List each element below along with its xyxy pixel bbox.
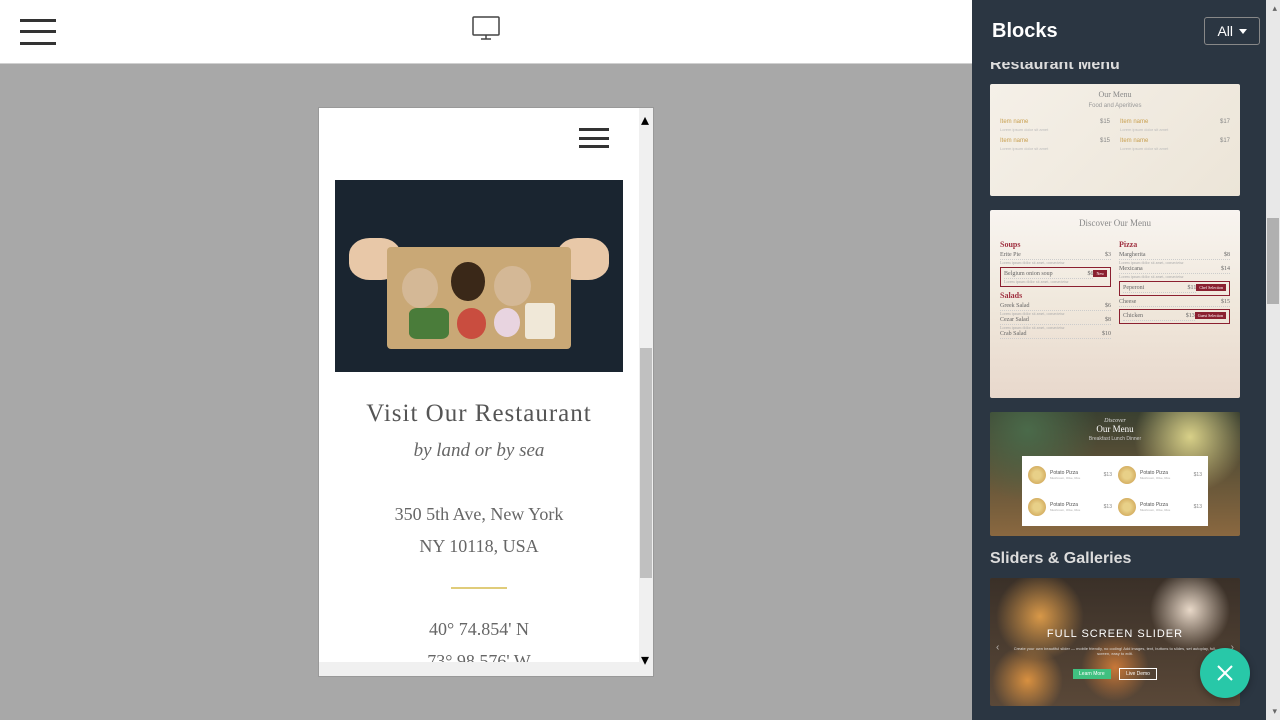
- visit-subtitle[interactable]: by land or by sea: [335, 440, 623, 462]
- category-restaurant-menu: Restaurant Menu: [990, 62, 1262, 74]
- scroll-up-arrow-icon[interactable]: ▴: [1272, 3, 1277, 14]
- block-thumb-menu-discover[interactable]: Discover Our Menu Soups Erite Pie$3 Lore…: [990, 210, 1240, 398]
- blocks-panel: Blocks All Restaurant Menu Our Menu Food…: [972, 0, 1280, 720]
- scroll-down-arrow-icon[interactable]: ▾: [641, 650, 651, 660]
- thumb1-title: Our Menu: [1000, 90, 1230, 99]
- visit-coordinates[interactable]: 40° 74.854' N 73° 98.576' W: [335, 613, 623, 662]
- blocks-header: Blocks All: [972, 0, 1280, 62]
- preview-horizontal-scrollbar[interactable]: [319, 662, 639, 676]
- blocks-scroll-area[interactable]: Restaurant Menu Our Menu Food and Aperit…: [972, 62, 1280, 720]
- top-toolbar: [0, 0, 972, 64]
- thumb4-title: FULL SCREEN SLIDER: [990, 628, 1240, 640]
- scroll-up-arrow-icon[interactable]: ▴: [641, 110, 651, 120]
- block-thumb-fullscreen-slider[interactable]: ‹ › FULL SCREEN SLIDER Create your own b…: [990, 578, 1240, 706]
- filter-label: All: [1217, 23, 1233, 39]
- preview-content: Visit Our Restaurant by land or by sea 3…: [319, 108, 639, 662]
- preview-hamburger-icon[interactable]: [579, 128, 609, 148]
- thumb1-subtitle: Food and Aperitives: [1000, 103, 1230, 109]
- divider-line: [451, 587, 507, 589]
- slider-prev-icon: ‹: [996, 642, 999, 653]
- blocks-panel-title: Blocks: [992, 20, 1058, 43]
- hero-food-image: [335, 180, 623, 372]
- preview-vertical-scrollbar[interactable]: ▴ ▾: [639, 108, 653, 676]
- visit-address[interactable]: 350 5th Ave, New York NY 10118, USA: [335, 498, 623, 563]
- preview-scroll-thumb[interactable]: [640, 348, 652, 578]
- address-line-1: 350 5th Ave, New York: [335, 498, 623, 530]
- desktop-viewport-icon[interactable]: [469, 12, 503, 51]
- scroll-down-arrow-icon[interactable]: ▾: [1272, 706, 1277, 717]
- coord-line-1: 40° 74.854' N: [335, 613, 623, 645]
- canvas-area: Visit Our Restaurant by land or by sea 3…: [0, 64, 972, 720]
- close-panel-button[interactable]: [1200, 648, 1250, 698]
- coord-line-2: 73° 98.576' W: [335, 645, 623, 662]
- main-hamburger-icon[interactable]: [20, 19, 56, 45]
- thumb2-title: Discover Our Menu: [1000, 218, 1230, 228]
- block-thumb-menu-simple[interactable]: Our Menu Food and Aperitives Item name$1…: [990, 84, 1240, 196]
- blocks-filter-dropdown[interactable]: All: [1204, 17, 1260, 45]
- block-thumb-menu-cards[interactable]: Discover Our Menu Breakfast Lunch Dinner…: [990, 412, 1240, 536]
- blocks-scroll-thumb[interactable]: [1267, 218, 1279, 304]
- mobile-preview-frame: Visit Our Restaurant by land or by sea 3…: [318, 107, 654, 677]
- close-icon: [1216, 664, 1234, 682]
- category-sliders-galleries: Sliders & Galleries: [990, 550, 1262, 568]
- blocks-vertical-scrollbar[interactable]: ▴ ▾: [1266, 0, 1280, 720]
- visit-title[interactable]: Visit Our Restaurant: [335, 400, 623, 428]
- thumb4-desc: Create your own beautiful slider — mobil…: [1010, 646, 1220, 656]
- address-line-2: NY 10118, USA: [335, 530, 623, 562]
